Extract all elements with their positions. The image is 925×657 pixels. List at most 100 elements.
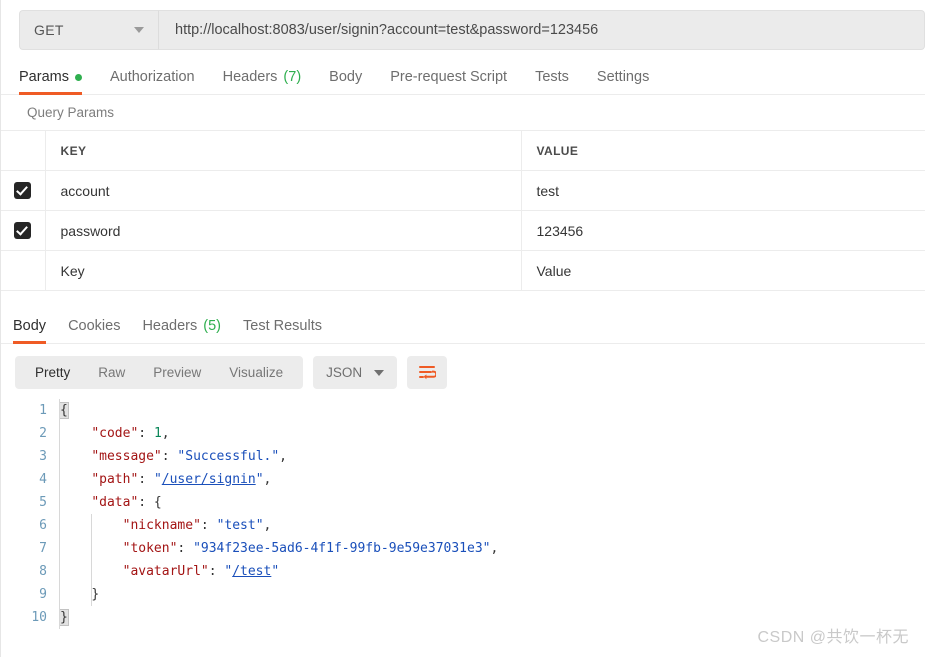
tab-tests[interactable]: Tests [535, 69, 569, 94]
code-line: "token": "934f23ee-5ad6-4f1f-99fb-9e59e3… [60, 537, 925, 560]
tab-settings[interactable]: Settings [597, 69, 649, 94]
row-enable-cell-empty [1, 250, 46, 291]
response-tab-test-results-label: Test Results [243, 318, 322, 334]
code-token-key: "message" [91, 449, 162, 464]
view-mode-group: Pretty Raw Preview Visualize [15, 356, 304, 389]
code-line: "data": { [60, 491, 925, 514]
tab-headers-label: Headers [222, 69, 278, 85]
code-token-str: " [255, 472, 264, 487]
response-body-code-viewer: 1 2 3 4 5 6 7 8 9 10 { "code": 1, "messa… [1, 389, 925, 629]
indent-guide [91, 514, 92, 606]
code-token-punct: , [490, 541, 499, 556]
response-tab-cookies[interactable]: Cookies [68, 318, 120, 343]
response-tab-headers[interactable]: Headers (5) [142, 318, 221, 343]
tab-body[interactable]: Body [329, 69, 362, 94]
code-token-punct: , [279, 449, 287, 464]
th-checkbox [1, 130, 46, 171]
view-mode-preview[interactable]: Preview [139, 365, 215, 380]
code-line: "code": 1, [60, 422, 925, 445]
code-token-link[interactable]: /user/signin [162, 472, 256, 487]
param-value-input[interactable]: test [521, 170, 925, 211]
code-token-num: 1 [153, 426, 162, 441]
table-row-new: Key Value [1, 250, 925, 291]
query-params-title: Query Params [27, 105, 115, 120]
checkbox-checked-icon[interactable] [14, 222, 32, 240]
tab-headers[interactable]: Headers (7) [223, 69, 302, 94]
code-token-key: "nickname" [122, 518, 201, 533]
line-number: 9 [39, 587, 47, 602]
code-line: } [60, 583, 925, 606]
view-mode-raw[interactable]: Raw [84, 365, 139, 380]
tab-pre-request-script[interactable]: Pre-request Script [390, 69, 507, 94]
response-view-toolbar: Pretty Raw Preview Visualize JSON [1, 344, 925, 389]
tab-authorization[interactable]: Authorization [110, 69, 195, 94]
th-key: KEY [45, 130, 522, 171]
view-mode-visualize[interactable]: Visualize [215, 365, 297, 380]
chevron-down-icon [374, 369, 385, 376]
line-number: 7 [39, 541, 47, 556]
code-token-punct: : [161, 449, 178, 464]
response-tab-headers-count: (5) [203, 318, 221, 334]
param-key-input[interactable]: account [45, 170, 522, 211]
tab-tests-label: Tests [535, 69, 569, 85]
param-key-input[interactable]: password [45, 210, 522, 251]
row-enable-cell [1, 210, 46, 251]
code-line: "nickname": "test", [60, 514, 925, 537]
http-method-label: GET [34, 22, 64, 38]
view-mode-pretty[interactable]: Pretty [21, 365, 84, 380]
response-format-select[interactable]: JSON [313, 356, 398, 389]
row-enable-cell [1, 170, 46, 211]
line-number: 6 [39, 518, 47, 533]
params-modified-dot-icon [74, 73, 82, 81]
line-number: 10 [31, 610, 47, 625]
code-token-str: " [153, 472, 162, 487]
code-token-key: "code" [91, 426, 139, 441]
line-number: 5 [39, 495, 47, 510]
line-number: 8 [39, 564, 47, 579]
watermark: CSDN @共饮一杯无 [757, 629, 909, 646]
code-token-punct: : [138, 472, 154, 487]
param-value-input[interactable]: 123456 [521, 210, 925, 251]
response-tabs: Body Cookies Headers (5) Test Results [1, 303, 925, 344]
new-param-key-input[interactable]: Key [45, 250, 522, 291]
tab-body-label: Body [329, 69, 363, 85]
code-token-brace-close: } [59, 609, 69, 626]
checkbox-checked-icon[interactable] [14, 182, 32, 200]
chevron-down-icon [134, 27, 144, 33]
line-number-gutter: 1 2 3 4 5 6 7 8 9 10 [1, 399, 56, 629]
code-token-link[interactable]: /test [232, 564, 271, 579]
code-token-punct: , [161, 426, 170, 441]
th-value: VALUE [521, 130, 925, 171]
tab-params[interactable]: Params [19, 69, 82, 95]
code-token-punct: : [138, 426, 154, 441]
wrap-text-button[interactable] [407, 356, 448, 389]
response-format-label: JSON [326, 365, 363, 380]
query-params-table: KEY VALUE account test password 123456 K… [1, 130, 925, 291]
code-token-punct: : [208, 564, 225, 579]
table-row: account test [1, 170, 925, 211]
code-token-punct: } [91, 587, 100, 602]
url-bar: GET http://localhost:8083/user/signin?ac… [1, 0, 925, 50]
code-token-punct: : { [138, 495, 162, 510]
code-line: "path": "/user/signin", [60, 468, 925, 491]
response-tab-test-results[interactable]: Test Results [243, 318, 322, 343]
code-content[interactable]: { "code": 1, "message": "Successful.", "… [56, 399, 925, 629]
code-line: "avatarUrl": "/test" [60, 560, 925, 583]
http-method-select[interactable]: GET [19, 10, 159, 50]
request-tabs: Params Authorization Headers (7) Body Pr… [1, 56, 925, 95]
line-number: 4 [39, 472, 47, 487]
code-token-punct: : [177, 541, 194, 556]
line-number: 1 [39, 403, 47, 418]
code-line: { [59, 399, 925, 422]
indent-guide [59, 399, 60, 629]
code-token-key: "token" [122, 541, 178, 556]
response-tab-body[interactable]: Body [13, 318, 47, 344]
code-token-str: "934f23ee-5ad6-4f1f-99fb-9e59e37031e3" [193, 541, 491, 556]
request-url-input[interactable]: http://localhost:8083/user/signin?accoun… [159, 10, 925, 50]
table-row: password 123456 [1, 210, 925, 251]
code-token-punct: , [263, 472, 272, 487]
line-number: 2 [39, 426, 47, 441]
response-tab-body-label: Body [13, 318, 47, 334]
new-param-value-input[interactable]: Value [521, 250, 925, 291]
response-tab-headers-label: Headers [142, 318, 198, 334]
